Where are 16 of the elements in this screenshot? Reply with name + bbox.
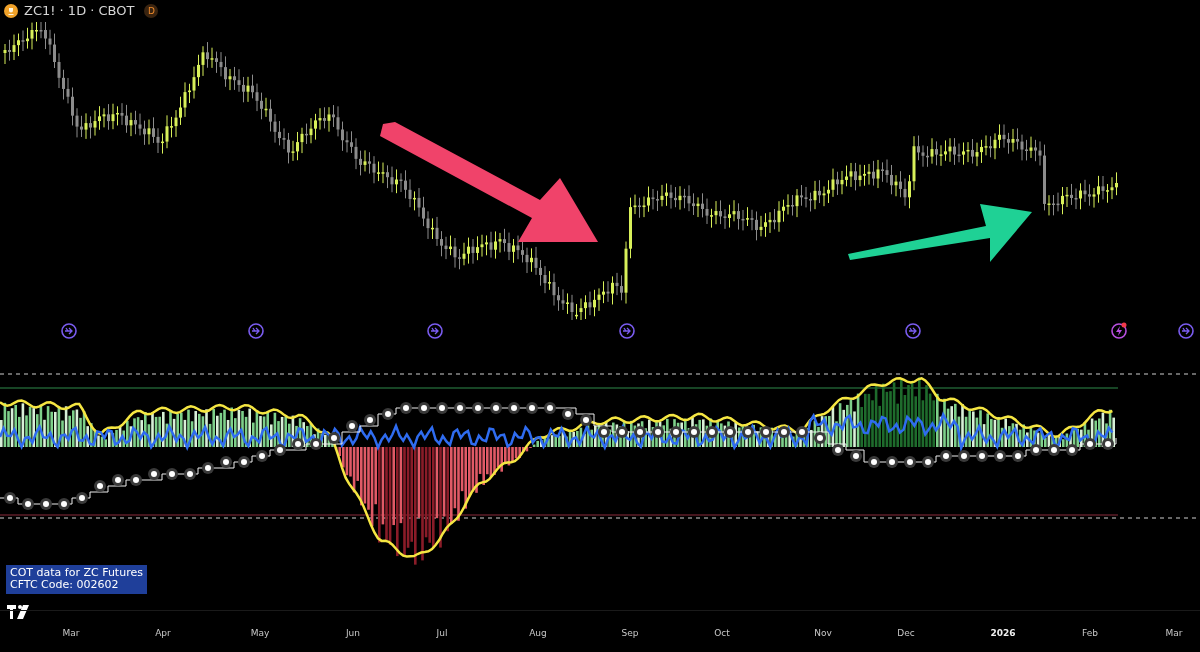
axis-label: May [250, 628, 270, 638]
axis-label: Nov [814, 628, 832, 638]
axis-label: Jul [436, 628, 448, 638]
axis-label: Mar [62, 628, 80, 638]
axis-label: Feb [1082, 628, 1098, 638]
axis-label: Oct [714, 628, 730, 638]
axis-label: Jun [345, 628, 361, 638]
axis-label: Mar [1165, 628, 1183, 638]
axis-label: Sep [621, 628, 639, 638]
legend-label: COT data for ZC Futures CFTC Code: 002602 [6, 565, 147, 594]
axis-label: Dec [897, 628, 915, 638]
status-badge: D [144, 3, 159, 18]
axis-label: Aug [529, 628, 547, 638]
axis-label: Apr [155, 628, 171, 638]
symbol-title: ZC1! · 1D · CBOT [24, 3, 135, 18]
axis-label: 2026 [990, 628, 1016, 638]
